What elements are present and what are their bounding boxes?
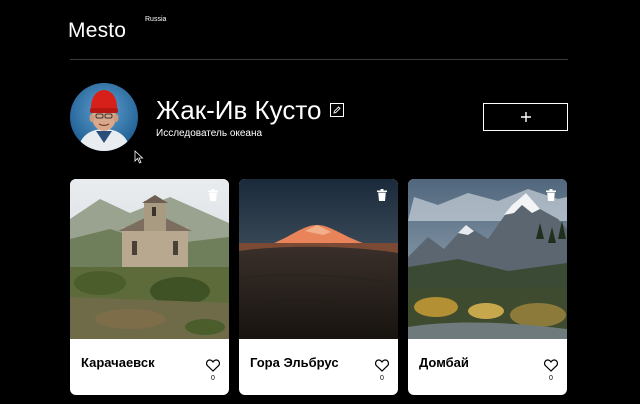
mouse-cursor-icon: [134, 150, 144, 164]
trash-icon[interactable]: [207, 189, 219, 201]
plus-icon: [520, 112, 531, 122]
pencil-icon: [333, 106, 341, 114]
trash-icon[interactable]: [545, 189, 557, 201]
logo-region: Russia: [145, 16, 167, 23]
add-card-button[interactable]: [483, 103, 568, 131]
heart-icon[interactable]: [544, 359, 558, 372]
like-count: 0: [380, 375, 384, 382]
page-header: Mesto Russia: [68, 12, 568, 60]
card-image[interactable]: [408, 179, 567, 339]
heart-icon[interactable]: [206, 359, 220, 372]
card-title: Карачаевск: [81, 355, 155, 370]
edit-profile-button[interactable]: [330, 103, 344, 117]
trash-icon[interactable]: [376, 189, 388, 201]
cards-grid: Карачаевск 0 Гора Эльбрус 0 Домбай 0: [70, 179, 568, 404]
card-image[interactable]: [239, 179, 398, 339]
logo-text: Mesto: [68, 19, 127, 42]
place-card: Домбай 0: [408, 179, 567, 395]
place-card: Гора Эльбрус 0: [239, 179, 398, 395]
heart-icon[interactable]: [375, 359, 389, 372]
like-count: 0: [211, 375, 215, 382]
card-image[interactable]: [70, 179, 229, 339]
logo[interactable]: Mesto: [68, 19, 126, 43]
like-count: 0: [549, 375, 553, 382]
card-title: Домбай: [419, 355, 469, 370]
profile: Жак-Ив Кусто Исследователь океана: [70, 83, 568, 153]
profile-about: Исследователь океана: [156, 128, 263, 139]
place-card: Карачаевск 0: [70, 179, 229, 395]
profile-name: Жак-Ив Кусто: [156, 95, 322, 125]
avatar[interactable]: [70, 83, 138, 151]
card-title: Гора Эльбрус: [250, 355, 339, 370]
